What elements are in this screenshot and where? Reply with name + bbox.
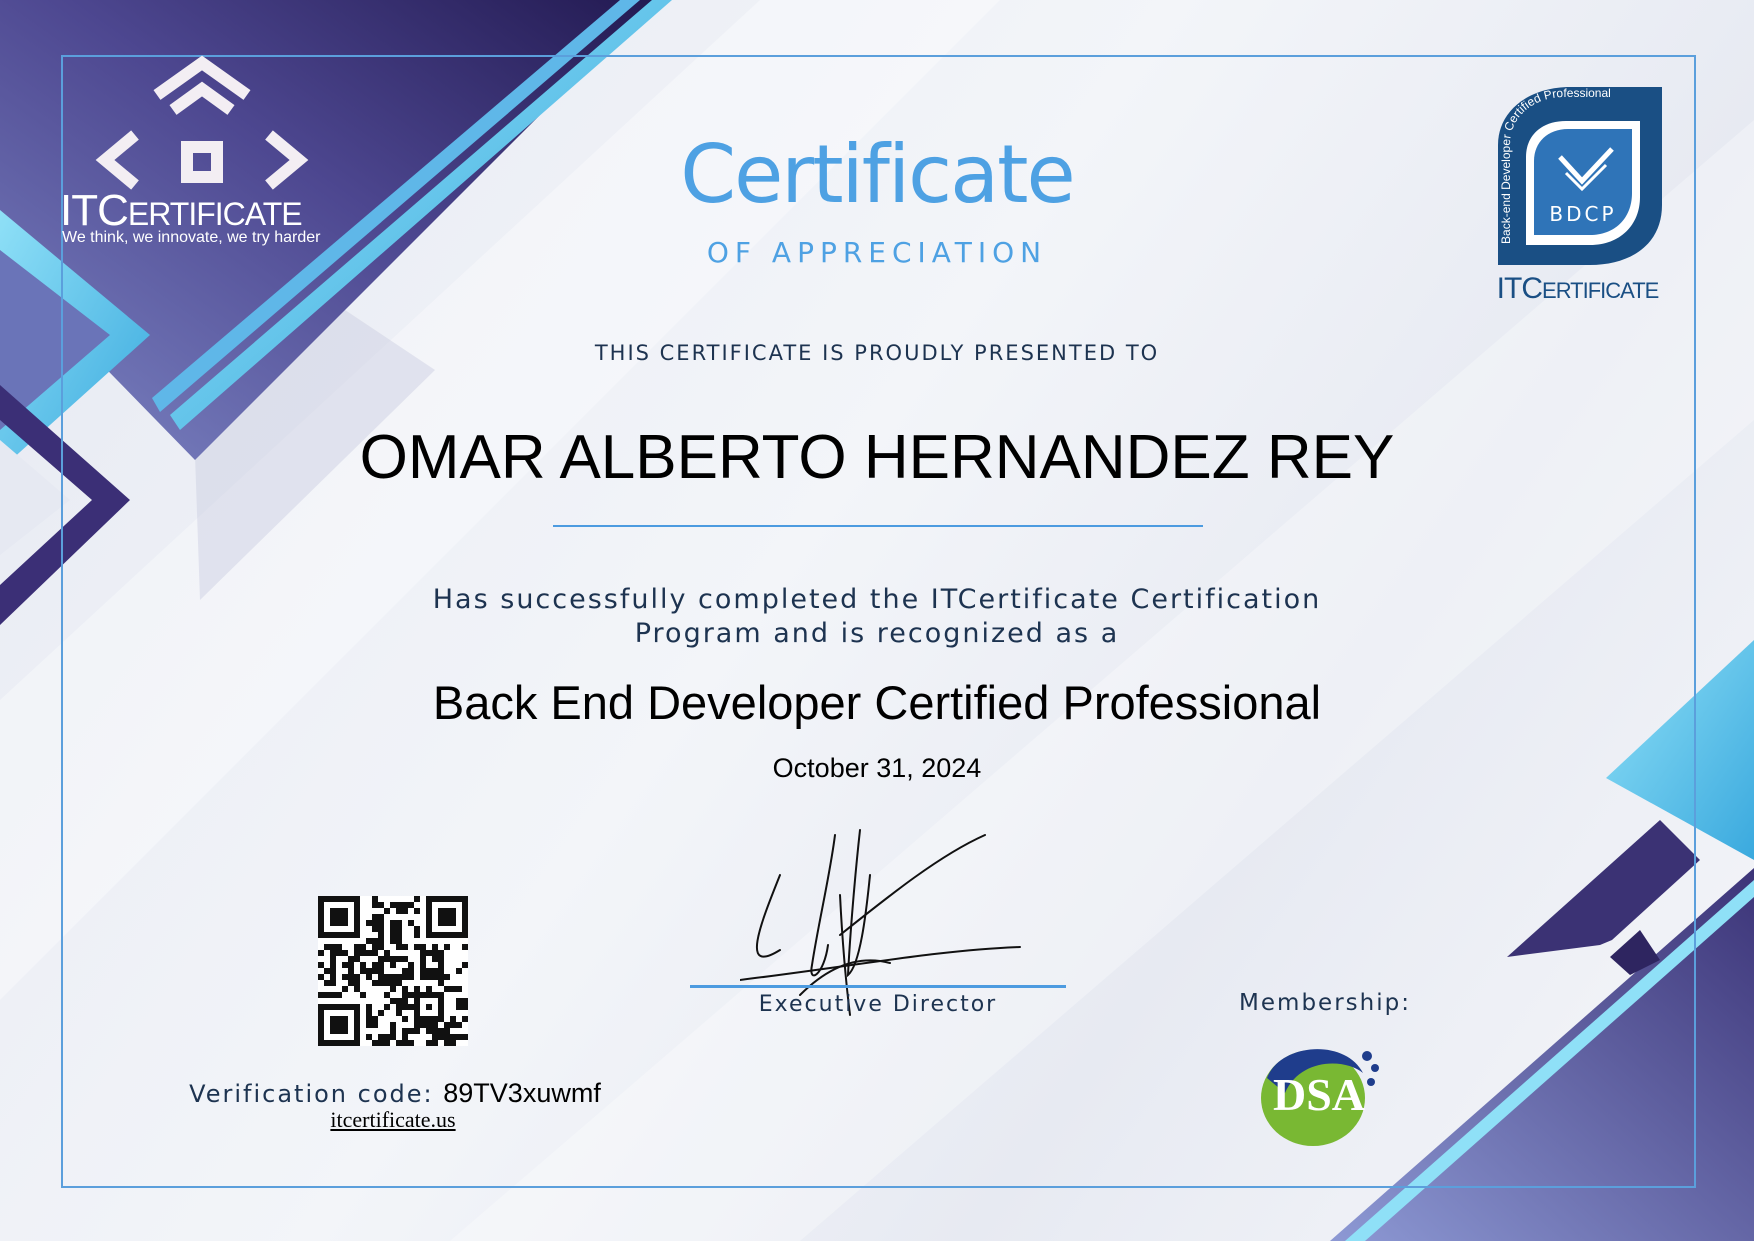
completion-statement: Has successfully completed the ITCertifi… bbox=[377, 583, 1377, 651]
verification-line: Verification code: 89TV3xuwmf bbox=[120, 1078, 670, 1109]
membership-label: Membership: bbox=[1239, 990, 1411, 1016]
issue-date: October 31, 2024 bbox=[772, 753, 982, 783]
qr-code[interactable] bbox=[318, 896, 468, 1046]
certification-title: Back End Developer Certified Professiona… bbox=[432, 676, 1322, 729]
statement-line-1: Has successfully completed the ITCertifi… bbox=[432, 584, 1322, 615]
verification-code: 89TV3xuwmf bbox=[443, 1078, 601, 1108]
signatory-role: Executive Director bbox=[758, 992, 998, 1017]
badge-brand-wordmark: ITCERTIFICATE bbox=[1496, 272, 1660, 305]
presented-to-text: THIS CERTIFICATE IS PROUDLY PRESENTED TO bbox=[594, 341, 1160, 365]
name-underline bbox=[553, 525, 1203, 527]
bdcp-badge: Back-end Developer Certified Professiona… bbox=[1498, 86, 1662, 265]
website-link[interactable]: itcertificate.us bbox=[243, 1107, 543, 1133]
brand-tagline: We think, we innovate, we try harder bbox=[62, 229, 321, 246]
certificate-subtitle: OF APPRECIATION bbox=[706, 236, 1048, 269]
badge-acronym: BDCP bbox=[1549, 202, 1616, 226]
dsa-membership-logo: DSA bbox=[1261, 1049, 1379, 1146]
signature-line bbox=[690, 985, 1066, 988]
certificate-title: Certificate bbox=[680, 128, 1076, 221]
statement-line-2: Program and is recognized as a bbox=[634, 618, 1120, 649]
verification-label: Verification code: bbox=[189, 1080, 434, 1108]
recipient-name: OMAR ALBERTO HERNANDEZ REY bbox=[359, 423, 1395, 492]
certificate-page: ITCERTIFICATE We think, we innovate, we … bbox=[0, 0, 1754, 1241]
dsa-logo-text: DSA bbox=[1273, 1069, 1365, 1120]
